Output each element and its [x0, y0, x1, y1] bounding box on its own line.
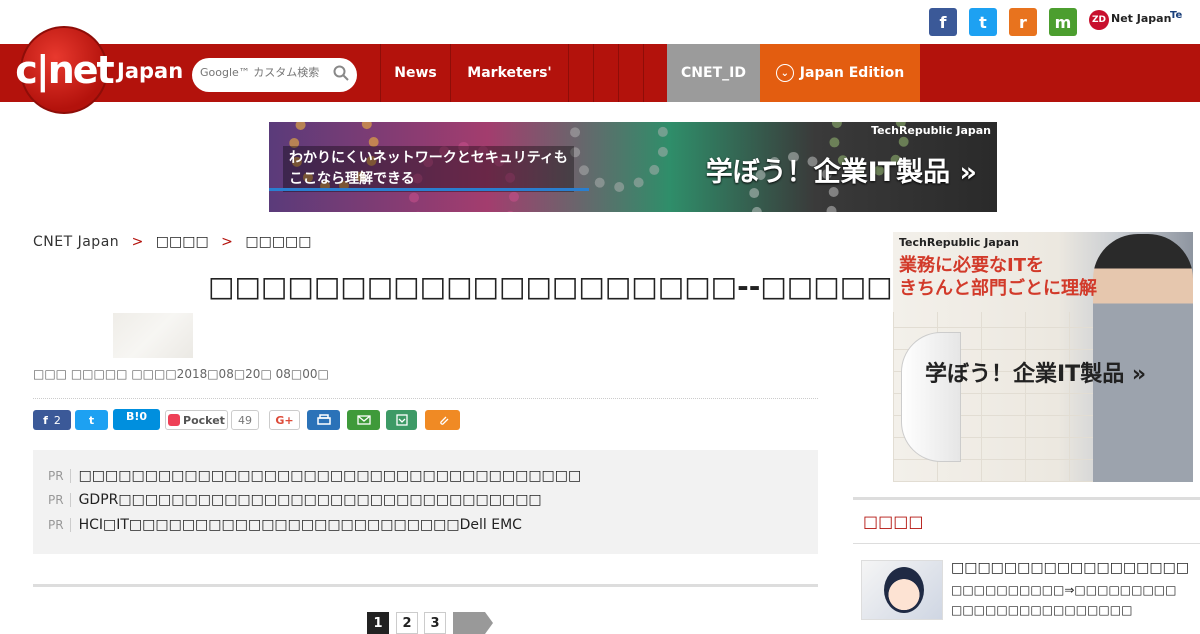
search-input[interactable]	[200, 66, 330, 79]
facebook-share-count: 2	[53, 413, 61, 427]
rss-icon[interactable]: r	[1009, 8, 1037, 36]
breadcrumb-level-1[interactable]: □□□□	[156, 234, 209, 250]
facebook-glyph: f	[939, 12, 947, 32]
pr-item-text: □□□□□□□□□□□□□□□□□□□□□□□□□□□□□□□□□□□□□□	[78, 468, 582, 484]
twitter-icon[interactable]: t	[969, 8, 997, 36]
print-button[interactable]	[307, 410, 340, 430]
popular-section-title: □□□□	[863, 512, 924, 531]
clip-button[interactable]	[425, 410, 460, 430]
chevron-down-icon: ⌄	[775, 64, 794, 82]
side-ad-headline: 業務に必要なITを きちんと部門ごとに理解	[899, 254, 1097, 300]
facebook-icon: f	[43, 413, 48, 427]
pr-tag: PR	[48, 518, 71, 532]
mail-glyph: m	[1054, 12, 1072, 32]
nav-item-marketers[interactable]: Marketers'	[450, 44, 568, 102]
techrepublic-label: Te	[1170, 10, 1183, 21]
banner-copy: わかりにくいネットワークとセキュリティも ここなら理解できる	[283, 146, 574, 192]
download-icon	[395, 414, 408, 426]
popular-subtext: □□□□□□□□□□□□□□□□	[951, 603, 1133, 617]
save-button[interactable]	[386, 410, 417, 430]
facebook-share-button[interactable]: f2	[33, 410, 71, 430]
divider	[33, 584, 818, 587]
logo-japan: Japan	[117, 59, 184, 83]
nav-item-5[interactable]	[618, 44, 643, 102]
hatena-bookmark-button[interactable]: B!0	[113, 409, 160, 430]
author-image	[113, 313, 193, 358]
pr-item-text: GDPR□□□□□□□□□□□□□□□□□□□□□□□□□□□□□□□□	[78, 492, 542, 508]
techrepublic-link[interactable]: Te	[1170, 10, 1182, 21]
nav-item-6[interactable]	[643, 44, 667, 102]
pocket-icon	[168, 414, 181, 426]
pr-item[interactable]: PR GDPR□□□□□□□□□□□□□□□□□□□□□□□□□□□□□□□□	[48, 492, 542, 508]
pr-box: PR □□□□□□□□□□□□□□□□□□□□□□□□□□□□□□□□□□□□□□…	[33, 450, 818, 554]
cnet-logo[interactable]: c|net	[15, 26, 115, 114]
facebook-icon[interactable]: f	[929, 8, 957, 36]
breadcrumb-home[interactable]: CNET Japan	[33, 234, 119, 250]
mail-icon[interactable]: m	[1049, 8, 1077, 36]
banner-line-1: わかりにくいネットワークとセキュリティも	[289, 150, 568, 166]
gear-decoration	[569, 122, 669, 192]
zdnet-label: Net Japan	[1111, 12, 1172, 25]
twitter-glyph: t	[979, 12, 987, 32]
nav-item-3[interactable]	[568, 44, 593, 102]
divider	[853, 543, 1200, 544]
logo-text: c|net	[15, 48, 114, 92]
search-box[interactable]	[192, 58, 357, 92]
popular-subtext: □□□□□□□□□□⇒□□□□□□□□□	[951, 583, 1177, 597]
paperclip-icon	[439, 416, 448, 425]
side-ad-line-2: きちんと部門ごとに理解	[899, 278, 1097, 299]
pr-item-text: HCI□IT□□□□□□□□□□□□□□□□□□□□□□□□□Dell EMC	[78, 517, 522, 533]
print-icon	[316, 414, 331, 425]
page-1-button[interactable]: 1	[367, 612, 389, 634]
top-strip: f t r m ZD Net Japan Te	[0, 0, 1200, 44]
side-ad-line-1: 業務に必要なITを	[899, 255, 1044, 276]
twitter-share-button[interactable]: t	[75, 410, 108, 430]
popular-headline[interactable]: □□□□□□□□□□□□□□□□□□	[951, 560, 1189, 576]
nav-item-cnet-id[interactable]: CNET_ID	[667, 44, 760, 102]
top-banner-ad[interactable]: TechRepublic Japan わかりにくいネットワークとセキュリティも …	[269, 122, 997, 212]
breadcrumb-sep: >	[131, 234, 144, 250]
pocket-label: Pocket	[183, 413, 225, 427]
search-icon[interactable]	[333, 65, 349, 81]
next-page-button[interactable]	[453, 612, 493, 634]
side-ad-cta: 学ぼう！企業IT製品 »	[925, 362, 1147, 387]
nav-item-news[interactable]: News	[380, 44, 450, 102]
banner-line-2: ここなら理解できる	[289, 171, 415, 187]
mail-icon	[356, 415, 371, 425]
popular-thumbnail[interactable]	[861, 560, 943, 620]
rss-glyph: r	[1019, 12, 1027, 32]
nav-item-4[interactable]	[593, 44, 618, 102]
breadcrumb: CNET Japan > □□□□ > □□□□□	[33, 234, 312, 250]
banner-cta: 学ぼう！企業IT製品 »	[705, 157, 977, 188]
monitor-image	[901, 332, 961, 462]
divider	[853, 497, 1200, 500]
pr-tag: PR	[48, 469, 71, 483]
anime-character-image	[884, 567, 924, 613]
pocket-count: 49	[231, 410, 259, 430]
email-share-button[interactable]	[347, 410, 380, 430]
pr-item[interactable]: PR □□□□□□□□□□□□□□□□□□□□□□□□□□□□□□□□□□□□□□	[48, 468, 581, 484]
page-3-button[interactable]: 3	[424, 612, 446, 634]
side-ad-brand: TechRepublic Japan	[899, 236, 1019, 249]
twitter-icon: t	[88, 413, 95, 427]
banner-brand: TechRepublic Japan	[871, 124, 991, 137]
pr-tag: PR	[48, 493, 71, 507]
page-2-button[interactable]: 2	[396, 612, 418, 634]
side-banner-ad[interactable]: TechRepublic Japan 業務に必要なITを きちんと部門ごとに理解…	[893, 232, 1193, 482]
breadcrumb-sep: >	[221, 234, 233, 250]
article-byline: □□□ □□□□□ □□□□2018□08□20□ 08□00□	[33, 367, 329, 381]
banner-underline	[269, 188, 589, 191]
edition-label: Japan Edition	[799, 65, 905, 81]
zdnet-link[interactable]: ZD Net Japan	[1089, 10, 1171, 30]
google-plus-button[interactable]: G+	[269, 410, 300, 430]
nav-item-edition[interactable]: ⌄ Japan Edition	[760, 44, 920, 102]
pocket-button[interactable]: Pocket	[165, 410, 228, 430]
zdnet-logo-icon: ZD	[1089, 10, 1109, 30]
divider	[33, 398, 818, 399]
pr-item[interactable]: PR HCI□IT□□□□□□□□□□□□□□□□□□□□□□□□□Dell EM…	[48, 517, 522, 533]
breadcrumb-level-2[interactable]: □□□□□	[245, 234, 311, 250]
